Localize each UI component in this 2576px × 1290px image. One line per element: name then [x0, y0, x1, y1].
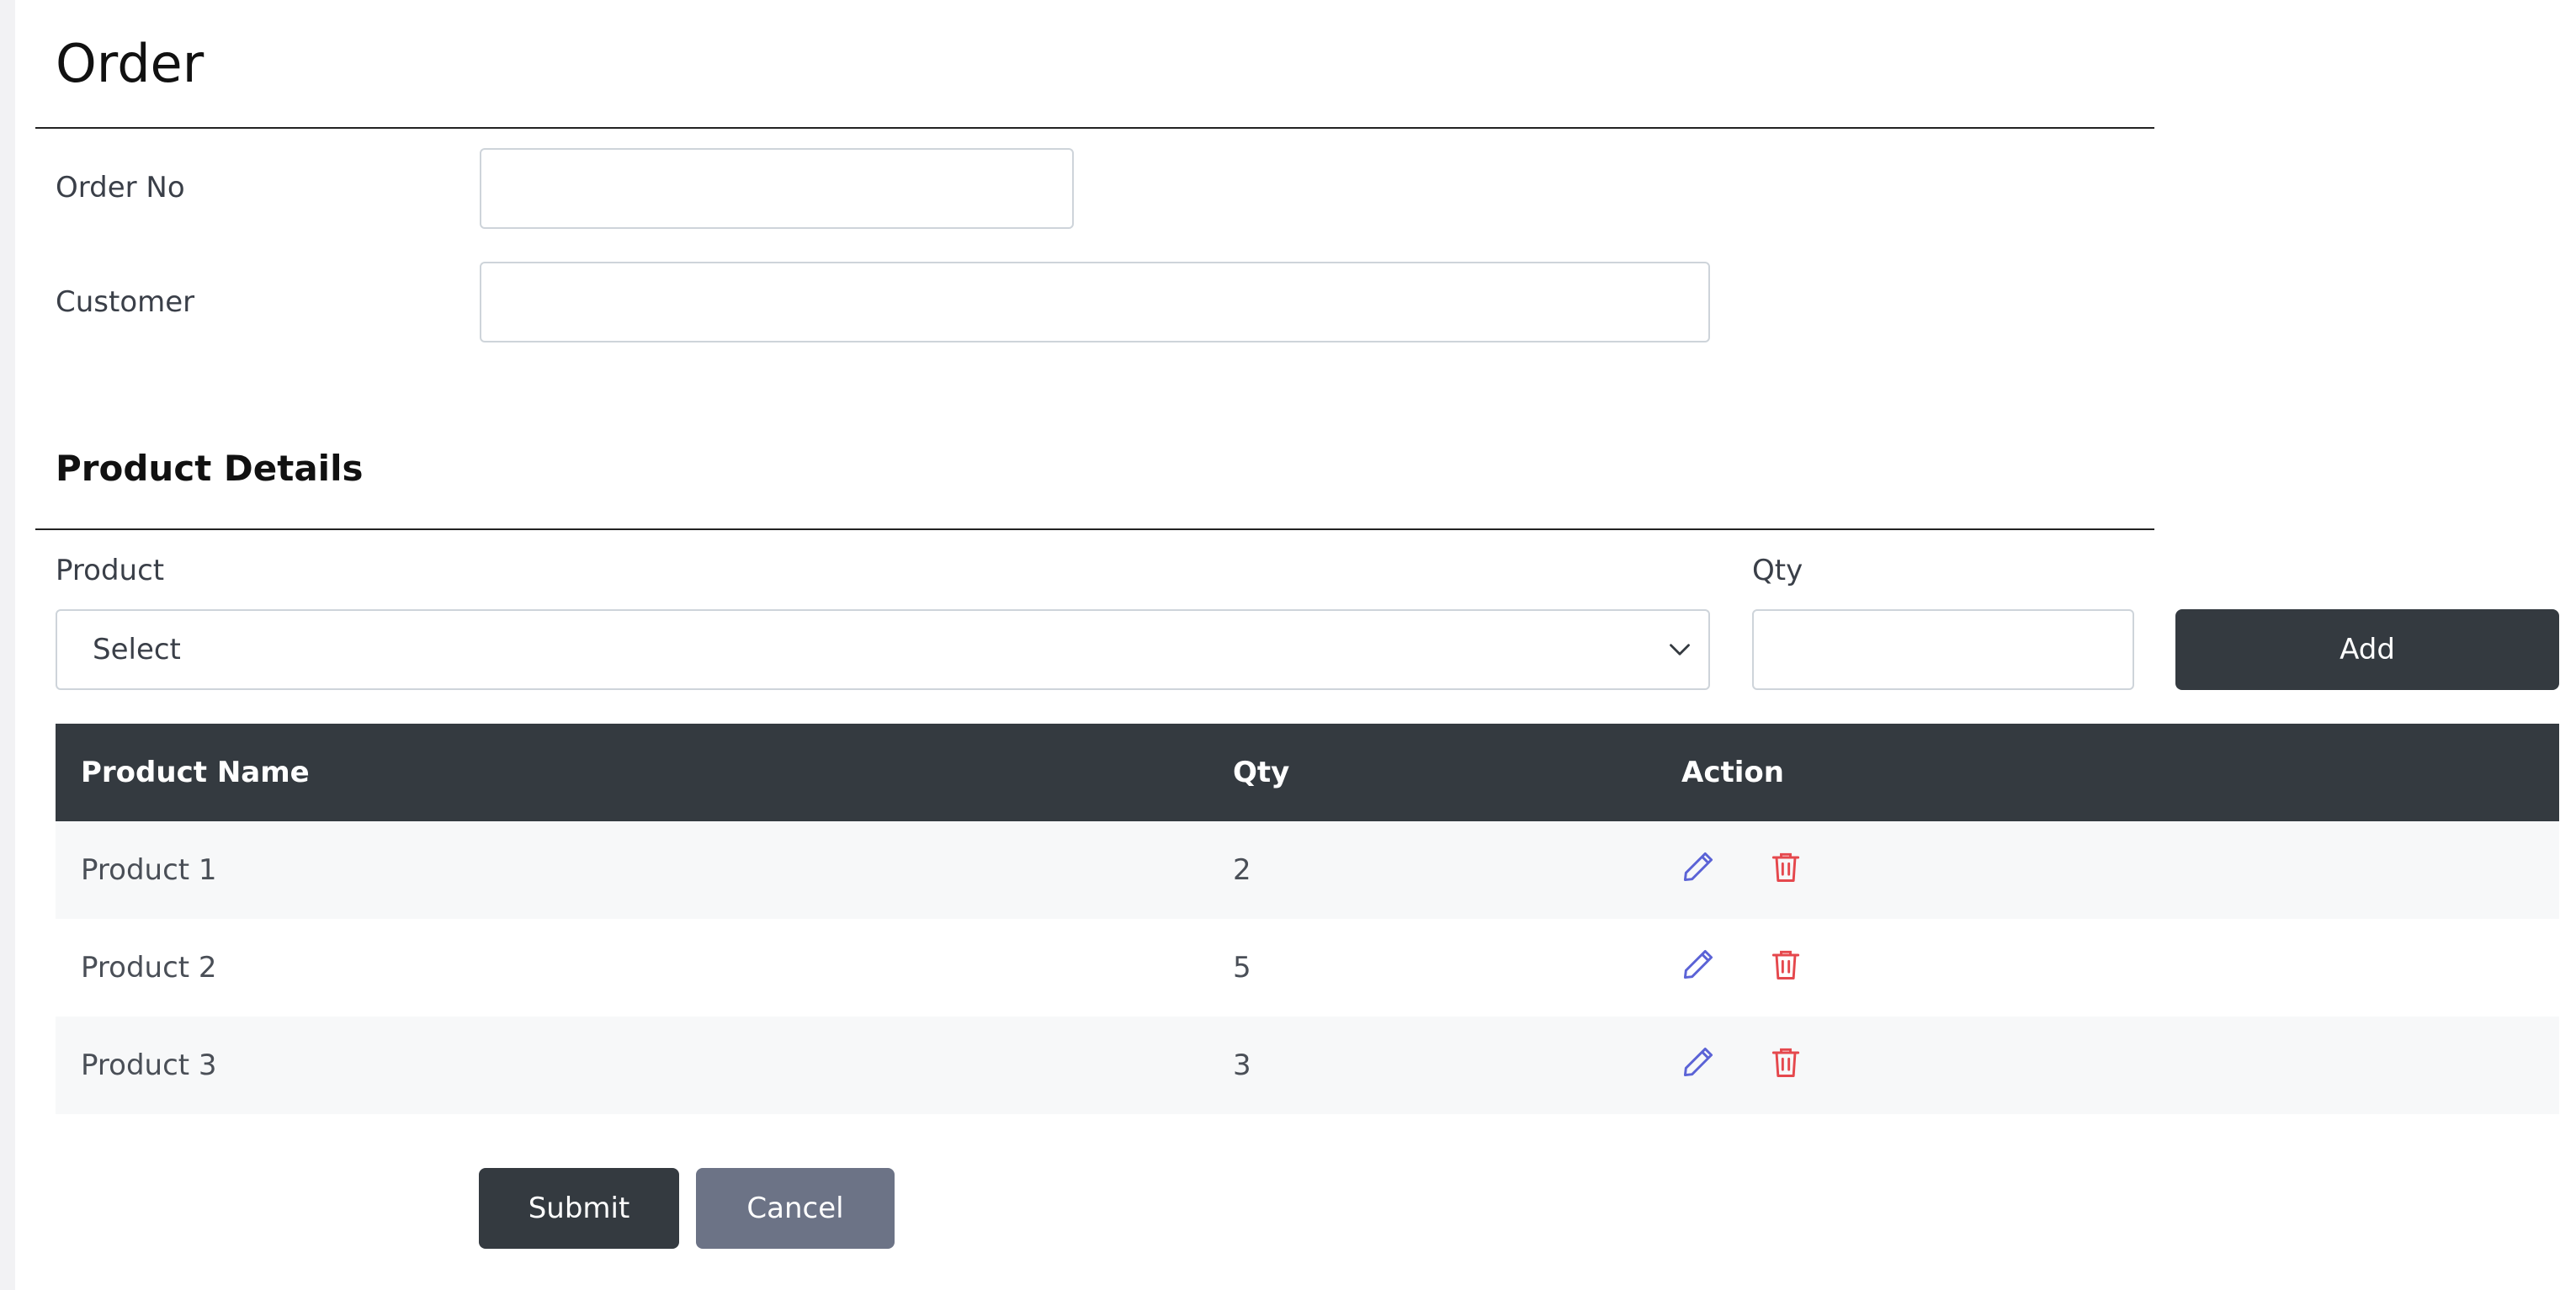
submit-button[interactable]: Submit	[479, 1168, 679, 1249]
table-row: Product 3 3	[56, 1017, 2559, 1114]
page-title: Order	[56, 33, 204, 94]
column-header-product-name: Product Name	[81, 756, 310, 789]
column-header-qty: Qty	[1233, 756, 1290, 789]
pencil-icon[interactable]	[1675, 843, 1722, 890]
table-row: Product 1 2	[56, 821, 2559, 919]
product-name-cell: Product 3	[81, 1048, 217, 1082]
pencil-icon[interactable]	[1675, 1038, 1722, 1086]
chevron-down-icon	[1668, 638, 1692, 661]
add-button[interactable]: Add	[2175, 609, 2559, 690]
product-select-value: Select	[93, 633, 181, 666]
order-page: Order Order No Customer Product Details …	[15, 0, 2576, 1290]
products-table: Product Name Qty Action Product 1 2 Prod…	[56, 724, 2559, 1114]
trash-icon[interactable]	[1762, 941, 1809, 988]
qty-input[interactable]	[1752, 609, 2134, 690]
qty-cell: 5	[1233, 951, 1251, 985]
title-divider	[35, 127, 2154, 129]
qty-cell: 3	[1233, 1048, 1251, 1082]
product-select[interactable]: Select	[56, 609, 1710, 690]
table-header: Product Name Qty Action	[56, 724, 2559, 821]
table-row: Product 2 5	[56, 919, 2559, 1017]
product-name-cell: Product 2	[81, 951, 217, 985]
product-label: Product	[56, 554, 165, 587]
order-no-input[interactable]	[480, 148, 1074, 229]
order-no-label: Order No	[56, 171, 185, 204]
customer-input[interactable]	[480, 262, 1710, 342]
qty-label: Qty	[1752, 554, 1803, 587]
qty-cell: 2	[1233, 853, 1251, 887]
trash-icon[interactable]	[1762, 843, 1809, 890]
column-header-action: Action	[1681, 756, 1784, 789]
trash-icon[interactable]	[1762, 1038, 1809, 1086]
product-name-cell: Product 1	[81, 853, 217, 887]
cancel-button[interactable]: Cancel	[696, 1168, 895, 1249]
product-details-divider	[35, 528, 2154, 530]
pencil-icon[interactable]	[1675, 941, 1722, 988]
product-details-title: Product Details	[56, 448, 364, 489]
customer-label: Customer	[56, 285, 195, 319]
